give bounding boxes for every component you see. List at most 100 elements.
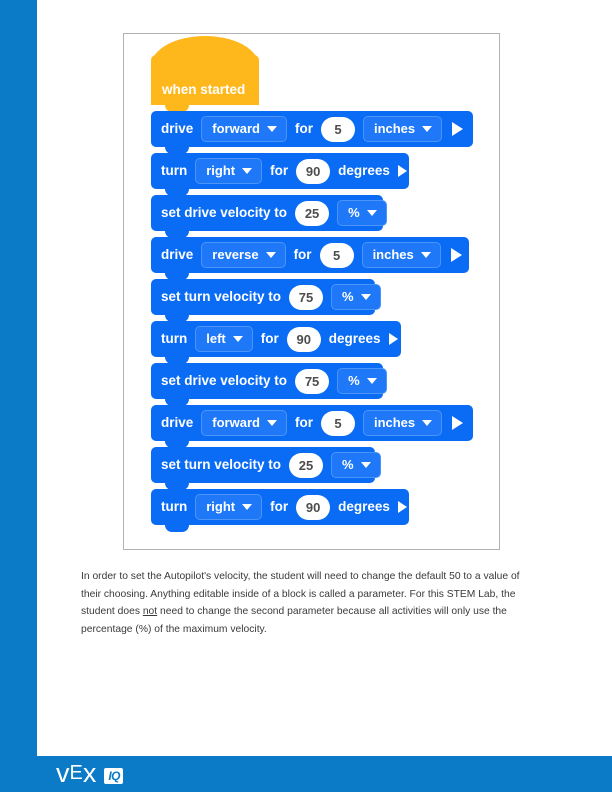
dropdown-value: left (206, 331, 226, 346)
figure-caption: In order to set the Autopilot's velocity… (81, 568, 537, 638)
dropdown-value: reverse (212, 247, 259, 262)
chevron-down-icon (422, 125, 433, 132)
vex-iq-logo: vEx IQ (56, 757, 124, 788)
dropdown-value: forward (212, 415, 260, 430)
left-blue-band (0, 0, 37, 792)
when-started-hat-block[interactable]: when started (151, 36, 259, 112)
dropdown-percent[interactable]: % (337, 200, 387, 226)
dropdown-right[interactable]: right (195, 494, 263, 520)
dropdown-inches[interactable]: inches (362, 410, 443, 436)
dropdown-percent[interactable]: % (337, 368, 387, 394)
dropdown-percent[interactable]: % (331, 452, 381, 478)
block-label: for (260, 331, 279, 347)
number-field[interactable]: 90 (296, 158, 331, 184)
dropdown-percent[interactable]: % (331, 284, 381, 310)
chevron-down-icon (266, 125, 277, 132)
dropdown-value: forward (212, 121, 260, 136)
block-label: turn (161, 499, 188, 515)
number-field[interactable]: 25 (289, 452, 324, 478)
blocks-host: drive forward for 5 inches turn right for 90 degr… (151, 111, 473, 532)
dropdown-forward[interactable]: forward (201, 116, 287, 142)
number-field[interactable]: 90 (296, 494, 331, 520)
block-label: degrees (338, 163, 390, 179)
block-drive-forward-5-inches[interactable]: drive forward for 5 inches (151, 111, 473, 154)
chevron-down-icon (366, 377, 377, 384)
play-icon[interactable] (397, 165, 407, 177)
when-started-label: when started (162, 82, 246, 97)
number-field[interactable]: 75 (289, 284, 324, 310)
number-field[interactable]: 5 (320, 116, 355, 142)
footer-corner-mask (37, 714, 612, 756)
block-bottom-nub (165, 524, 189, 532)
dropdown-value: inches (372, 247, 414, 262)
number-field[interactable]: 75 (295, 368, 330, 394)
number-field[interactable]: 5 (320, 410, 355, 436)
play-icon[interactable] (452, 122, 464, 136)
chevron-down-icon (242, 503, 253, 510)
block-set-turn-velocity-25[interactable]: set turn velocity to 25% (151, 447, 381, 490)
block-label: for (293, 247, 312, 263)
chevron-down-icon (266, 419, 277, 426)
block-set-drive-velocity-75[interactable]: set drive velocity to 75% (151, 363, 387, 406)
vex-wordmark: vEx (56, 757, 96, 788)
dropdown-inches[interactable]: inches (362, 116, 443, 142)
block-label: degrees (338, 499, 390, 515)
block-label: for (294, 415, 313, 431)
dropdown-value: right (206, 499, 236, 514)
iq-badge: IQ (104, 768, 124, 784)
dropdown-reverse[interactable]: reverse (201, 242, 286, 268)
blocks-figure-frame: when started drive forward for 5 inches turn r… (123, 33, 500, 550)
block-label: set turn velocity to (161, 457, 282, 473)
block-label: for (294, 121, 313, 137)
block-label: for (270, 499, 289, 515)
block-turn-right-90-degrees-2[interactable]: turn right for 90 degrees (151, 489, 409, 532)
chevron-down-icon (422, 419, 433, 426)
block-label: turn (161, 163, 188, 179)
dropdown-left[interactable]: left (195, 326, 253, 352)
block-label: turn (161, 331, 188, 347)
block-label: set turn velocity to (161, 289, 282, 305)
play-icon[interactable] (450, 248, 462, 262)
block-set-drive-velocity-25[interactable]: set drive velocity to 25% (151, 195, 387, 238)
block-label: drive (161, 121, 194, 137)
dropdown-value: % (348, 205, 360, 220)
chevron-down-icon (232, 335, 243, 342)
number-field[interactable]: 5 (319, 242, 354, 268)
block-stack: when started drive forward for 5 inches turn r… (151, 36, 473, 532)
chevron-down-icon (242, 167, 253, 174)
vex-letter-e: E (69, 761, 83, 784)
block-turn-left-90-degrees[interactable]: turn left for 90 degrees (151, 321, 401, 364)
play-icon[interactable] (452, 416, 464, 430)
page-root: vEx IQ when started drive forward for 5 inch… (0, 0, 612, 792)
block-label: set drive velocity to (161, 205, 288, 221)
block-label: drive (161, 415, 194, 431)
block-drive-forward-5-inches-2[interactable]: drive forward for 5 inches (151, 405, 473, 448)
hat-dome (151, 36, 259, 66)
dropdown-forward[interactable]: forward (201, 410, 287, 436)
caption-emphasis-not: not (142, 606, 158, 618)
block-label: for (270, 163, 289, 179)
chevron-down-icon (366, 209, 377, 216)
block-set-turn-velocity-75[interactable]: set turn velocity to 75% (151, 279, 381, 322)
dropdown-value: inches (373, 121, 416, 136)
play-icon[interactable] (397, 501, 407, 513)
dropdown-inches[interactable]: inches (361, 242, 441, 268)
block-drive-reverse-5-inches[interactable]: drive reverse for 5 inches (151, 237, 469, 280)
block-label: drive (161, 247, 194, 263)
dropdown-value: % (342, 289, 354, 304)
number-field[interactable]: 25 (295, 200, 330, 226)
block-label: set drive velocity to (161, 373, 288, 389)
block-label: degrees (328, 331, 381, 347)
dropdown-right[interactable]: right (195, 158, 263, 184)
chevron-down-icon (360, 461, 371, 468)
block-turn-right-90-degrees[interactable]: turn right for 90 degrees (151, 153, 409, 196)
chevron-down-icon (360, 293, 371, 300)
vex-letter-v: v (56, 757, 70, 788)
dropdown-value: % (342, 457, 354, 472)
chevron-down-icon (265, 251, 276, 258)
number-field[interactable]: 90 (286, 326, 321, 352)
dropdown-value: right (206, 163, 236, 178)
play-icon[interactable] (388, 333, 398, 345)
chevron-down-icon (420, 251, 431, 258)
dropdown-value: inches (373, 415, 416, 430)
